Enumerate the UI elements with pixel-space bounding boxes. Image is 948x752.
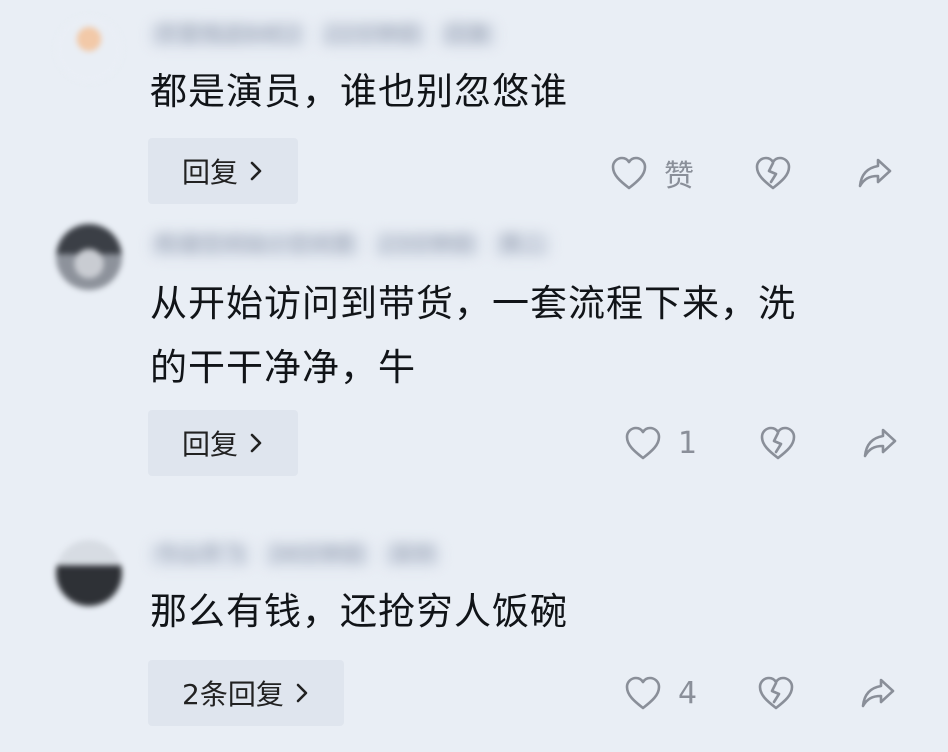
timestamp: 34分钟前: [264, 543, 371, 567]
share-arrow-icon[interactable]: [861, 425, 899, 461]
reply-button[interactable]: 回复: [148, 410, 299, 476]
username[interactable]: 和谐空间站小空间里: [150, 233, 361, 257]
username[interactable]: 宗室栈这64E2: [150, 23, 306, 47]
location: 回复: [439, 23, 496, 47]
broken-heart-icon[interactable]: [754, 155, 792, 191]
reply-label: 2条回复: [182, 678, 284, 711]
comment-item: 和谐空间站小空间里 23分钟前 第二 从开始访问到带货，一套流程下来，洗 的干干…: [0, 200, 948, 500]
comment-actions: 1: [624, 413, 899, 473]
reply-label: 回复: [182, 428, 239, 461]
like-count: 4: [678, 675, 698, 711]
timestamp: 22分钟前: [319, 23, 426, 47]
comment-meta: 和谐空间站小空间里 23分钟前 第二: [150, 230, 551, 260]
like-count: 赞: [664, 159, 694, 194]
username[interactable]: 今山手飞: [150, 543, 251, 567]
share-arrow-icon[interactable]: [856, 155, 894, 191]
comment-actions: 4: [624, 663, 897, 723]
reply-button[interactable]: 回复: [148, 138, 299, 204]
comment-actions: 赞: [610, 143, 894, 203]
location: 深圳: [384, 543, 441, 567]
chevron-right-icon: [250, 433, 262, 453]
comment-text: 那么有钱，还抢穷人饭碗: [150, 590, 568, 633]
comment-text: 从开始访问到带货，一套流程下来，洗 的干干净净，牛: [150, 272, 890, 400]
comment-meta: 宗室栈这64E2 22分钟前 回复: [150, 20, 496, 50]
like-count: 1: [678, 425, 698, 461]
reply-label: 回复: [182, 156, 239, 189]
comment-item: 宗室栈这64E2 22分钟前 回复 都是演员，谁也别忽悠谁 回复 赞: [0, 0, 948, 204]
comment-meta: 今山手飞 34分钟前 深圳: [150, 540, 441, 570]
location: 第二: [494, 233, 551, 257]
heart-outline-icon[interactable]: [624, 425, 662, 461]
share-arrow-icon[interactable]: [859, 675, 897, 711]
avatar[interactable]: [56, 16, 122, 82]
heart-outline-icon[interactable]: [624, 675, 662, 711]
chevron-right-icon: [250, 161, 262, 181]
comment-text: 都是演员，谁也别忽悠谁: [150, 70, 568, 113]
comment-list: 宗室栈这64E2 22分钟前 回复 都是演员，谁也别忽悠谁 回复 赞 和谐空间站…: [0, 0, 948, 752]
timestamp: 23分钟前: [374, 233, 481, 257]
comment-text-line: 的干干净净，牛: [150, 346, 416, 389]
comment-item: 今山手飞 34分钟前 深圳 那么有钱，还抢穷人饭碗 2条回复 4: [0, 520, 948, 752]
chevron-right-icon: [296, 683, 308, 703]
avatar[interactable]: [56, 224, 122, 290]
broken-heart-icon[interactable]: [759, 425, 797, 461]
comment-text-line: 从开始访问到带货，一套流程下来，洗: [150, 282, 796, 325]
broken-heart-icon[interactable]: [757, 675, 795, 711]
avatar[interactable]: [56, 540, 122, 606]
heart-outline-icon[interactable]: [610, 155, 648, 191]
reply-button[interactable]: 2条回复: [148, 660, 344, 726]
